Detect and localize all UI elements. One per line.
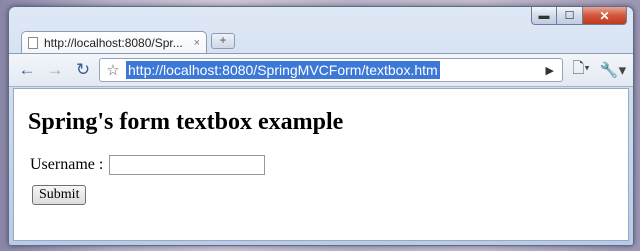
page-icon xyxy=(28,36,38,49)
close-window-button[interactable]: ✕ xyxy=(583,7,627,25)
submit-button[interactable]: Submit xyxy=(32,185,87,205)
browser-toolbar: ← → ↻ ☆ http://localhost:8080/SpringMVCF… xyxy=(9,53,633,87)
wrench-menu-icon[interactable]: 🔧▾ xyxy=(599,61,627,79)
username-label: Username : xyxy=(30,156,104,173)
username-row: Username : xyxy=(30,155,266,175)
bookmark-star-icon[interactable]: ☆ xyxy=(104,61,122,79)
page-content: Spring's form textbox example Username :… xyxy=(13,88,629,241)
forward-icon[interactable]: → xyxy=(43,58,67,82)
tab-title: http://localhost:8080/Spr... xyxy=(44,35,183,50)
address-bar[interactable]: ☆ http://localhost:8080/SpringMVCForm/te… xyxy=(99,58,563,82)
page-menu-icon[interactable]: 🗋▾ xyxy=(567,58,595,83)
go-icon[interactable]: ▶ xyxy=(546,64,558,77)
back-icon[interactable]: ← xyxy=(15,58,39,82)
tab-active[interactable]: http://localhost:8080/Spr... × xyxy=(21,31,207,53)
url-text[interactable]: http://localhost:8080/SpringMVCForm/text… xyxy=(126,61,440,79)
page-heading: Spring's form textbox example xyxy=(28,109,344,135)
browser-window: ▬ ☐ ✕ http://localhost:8080/Spr... × + ←… xyxy=(8,6,634,246)
maximize-button[interactable]: ☐ xyxy=(557,7,583,25)
username-input[interactable] xyxy=(109,155,266,175)
new-tab-button[interactable]: + xyxy=(211,33,235,49)
reload-icon[interactable]: ↻ xyxy=(71,58,95,82)
tab-strip: http://localhost:8080/Spr... × + xyxy=(21,29,235,53)
tab-close-icon[interactable]: × xyxy=(194,37,200,49)
window-controls: ▬ ☐ ✕ xyxy=(531,7,627,25)
minimize-button[interactable]: ▬ xyxy=(531,7,557,25)
